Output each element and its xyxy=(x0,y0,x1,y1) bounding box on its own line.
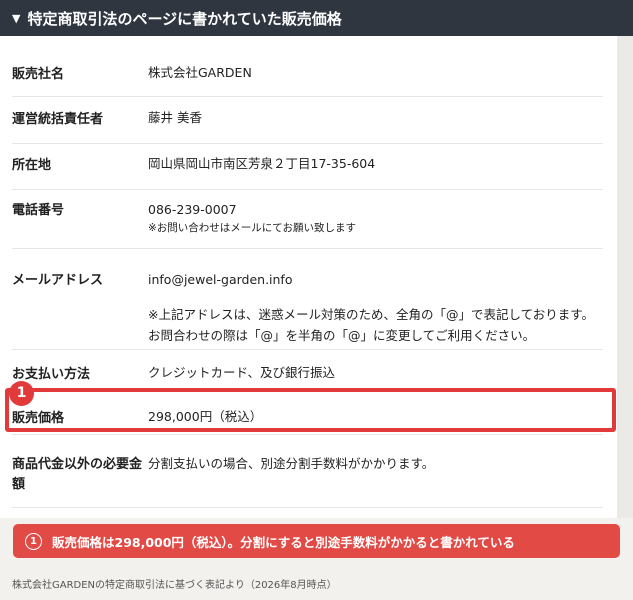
source-caption: 株式会社GARDENの特定商取引法に基づく表記より（2026年8月時点） xyxy=(12,580,337,591)
info-table: 販売社名 株式会社GARDEN 運営統括責任者 藤井 美香 所在地 岡山県岡山市… xyxy=(0,36,617,518)
phone-note: ※お問い合わせはメールにてお願い致します xyxy=(148,222,356,234)
phone-number: 086-239-0007 xyxy=(148,202,237,217)
table-row: 電話番号 086-239-0007 ※お問い合わせはメールにてお願い致します xyxy=(12,190,603,249)
row-label: 販売社名 xyxy=(12,67,65,82)
row-value: 岡山県岡山市南区芳泉２丁目17-35-604 xyxy=(148,156,376,171)
email-address: info@jewel-garden.info xyxy=(148,272,293,287)
callout-number-icon: 1 xyxy=(25,532,42,550)
table-row: 所在地 岡山県岡山市南区芳泉２丁目17-35-604 xyxy=(12,144,603,190)
row-label: 商品代金以外の必要金額 xyxy=(12,457,143,492)
scrollbar[interactable] xyxy=(617,36,633,518)
row-value: 分割支払いの場合、別途分割手数料がかかります。 xyxy=(148,456,435,471)
row-label: 電話番号 xyxy=(12,203,65,218)
callout-banner: 1 販売価格は298,000円（税込）。分割にすると別途手数料がかかると書かれて… xyxy=(13,524,620,558)
row-label: メールアドレス xyxy=(12,273,104,288)
row-value: 086-239-0007 ※お問い合わせはメールにてお願い致します xyxy=(148,200,603,236)
row-value: 株式会社GARDEN xyxy=(148,65,252,80)
row-label: 運営統括責任者 xyxy=(12,112,104,127)
row-label: お支払い方法 xyxy=(12,367,91,382)
callout-text: 販売価格は298,000円（税込）。分割にすると別途手数料がかかると書かれている xyxy=(52,534,515,550)
table-row: 商品代金以外の必要金額 分割支払いの場合、別途分割手数料がかかります。 xyxy=(12,435,603,508)
table-row: メールアドレス info@jewel-garden.info ※上記アドレスは、… xyxy=(12,249,603,350)
row-value: info@jewel-garden.info ※上記アドレスは、迷惑メール対策の… xyxy=(148,270,603,346)
table-row: 運営統括責任者 藤井 美香 xyxy=(12,97,603,144)
table-row: お支払い方法 クレジットカード、及び銀行振込 xyxy=(12,350,603,389)
collapse-triangle-icon[interactable]: ▼ xyxy=(12,12,20,25)
section-header: ▼ 特定商取引法のページに書かれていた販売価格 xyxy=(0,0,633,36)
price-highlight-box xyxy=(5,388,616,432)
row-value: クレジットカード、及び銀行振込 xyxy=(148,365,336,380)
row-label: 所在地 xyxy=(12,158,52,173)
email-note: ※上記アドレスは、迷惑メール対策のため、全角の「@」で表記しております。お問合わ… xyxy=(148,307,594,343)
annotation-badge: 1 xyxy=(9,381,34,406)
row-value: 藤井 美香 xyxy=(148,110,202,125)
table-row: 販売社名 株式会社GARDEN xyxy=(12,36,603,97)
section-title: 特定商取引法のページに書かれていた販売価格 xyxy=(27,9,342,28)
